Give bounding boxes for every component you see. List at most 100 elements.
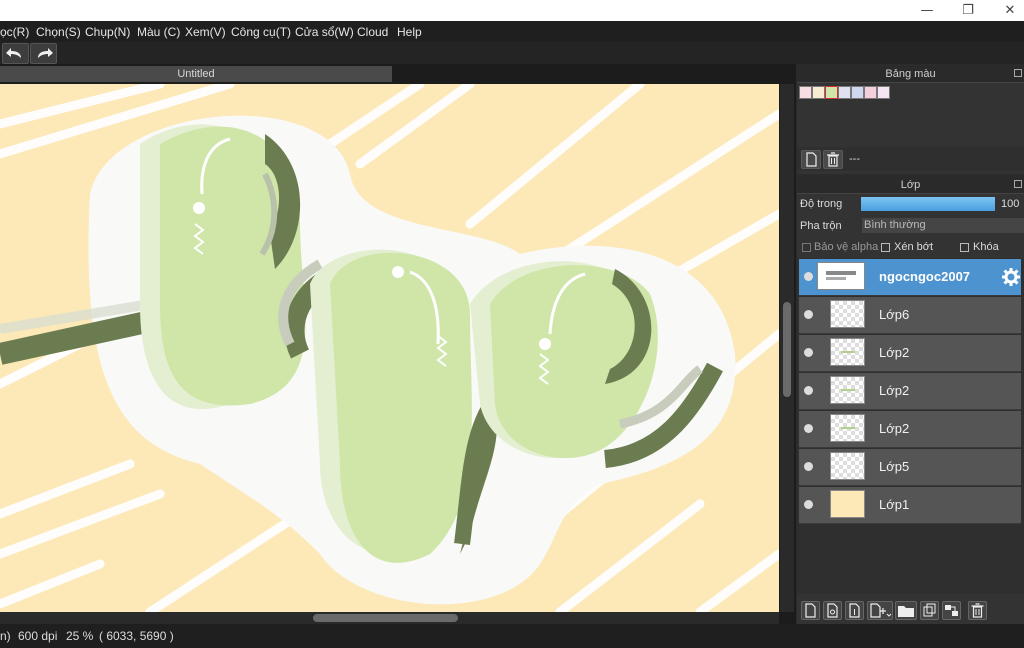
drawing-canvas[interactable] <box>0 84 779 612</box>
color-swatch[interactable] <box>812 86 825 99</box>
add-layer-icon <box>870 603 892 618</box>
new-layer-icon <box>805 603 816 618</box>
status-coords: ( 6033, 5690 ) <box>99 629 174 643</box>
layer-thumbnail <box>817 262 865 290</box>
layer-thumbnail <box>830 414 865 442</box>
menu-item-window[interactable]: Cửa sổ(W) <box>295 25 354 39</box>
layer-thumbnail <box>830 338 865 366</box>
menu-item-help[interactable]: Help <box>397 25 422 39</box>
duplicate-layer-button[interactable] <box>920 601 939 620</box>
new-file-icon <box>806 152 817 167</box>
visibility-eye-icon[interactable] <box>804 500 813 509</box>
layer-row[interactable]: Lớp2 <box>799 373 1021 410</box>
float-panel-icon[interactable] <box>1014 69 1022 77</box>
trash-icon <box>971 603 984 618</box>
status-bar: n) 600 dpi 25 % ( 6033, 5690 ) <box>0 624 1024 648</box>
copy-icon <box>923 603 936 617</box>
protect-alpha-checkbox[interactable] <box>802 243 811 252</box>
restore-icon[interactable]: ❐ <box>958 2 978 19</box>
menu-item-select[interactable]: Chọn(S) <box>36 25 81 39</box>
new-folder-button[interactable] <box>895 601 917 620</box>
layer-row[interactable]: Lớp1 <box>799 487 1021 524</box>
color-swatch[interactable] <box>851 86 864 99</box>
palette-title-text: Bảng màu <box>885 68 936 80</box>
lock-checkbox[interactable] <box>960 243 969 252</box>
lock-label: Khóa <box>973 241 999 253</box>
layer-title-text: Lớp <box>900 179 921 191</box>
visibility-eye-icon[interactable] <box>804 348 813 357</box>
status-dpi: 600 dpi <box>18 629 58 643</box>
redo-button[interactable] <box>30 43 57 64</box>
layer-name: Lớp1 <box>879 497 910 512</box>
layer-name: Lớp5 <box>879 459 910 474</box>
new-layer-button[interactable] <box>801 601 820 620</box>
layer-8bit-icon <box>827 603 838 618</box>
gear-icon[interactable] <box>1001 267 1021 287</box>
layer-1bit-icon <box>849 603 860 618</box>
visibility-eye-icon[interactable] <box>804 272 813 281</box>
menu-item-cloud[interactable]: Cloud <box>357 25 388 39</box>
workspace: Untitled <box>0 64 796 624</box>
new-raster-layer-button[interactable] <box>823 601 842 620</box>
layer-row[interactable]: Lớp2 <box>799 411 1021 448</box>
vertical-scroll-thumb[interactable] <box>783 302 791 397</box>
merge-layer-button[interactable] <box>942 601 961 620</box>
status-unit: n) <box>0 629 11 643</box>
visibility-eye-icon[interactable] <box>804 424 813 433</box>
layer-row-selected[interactable]: ngocngoc2007 <box>799 259 1021 296</box>
delete-palette-button[interactable] <box>823 150 843 169</box>
menu-item-tools[interactable]: Công cụ(T) <box>231 25 291 39</box>
layer-name: Lớp2 <box>879 421 910 436</box>
redo-icon <box>38 48 53 58</box>
vertical-scrollbar[interactable] <box>780 84 794 612</box>
layer-name: ngocngoc2007 <box>879 269 971 284</box>
menu-bar: ọc(R) Chọn(S) Chụp(N) Màu (C) Xem(V) Côn… <box>0 21 1024 42</box>
layer-thumbnail <box>830 452 865 480</box>
horizontal-scrollbar[interactable] <box>0 612 779 624</box>
layer-name: Lớp2 <box>879 383 910 398</box>
add-layer-dropdown[interactable] <box>867 601 893 620</box>
undo-button[interactable] <box>2 43 29 64</box>
layer-row[interactable]: Lớp5 <box>799 449 1021 486</box>
title-bar: — ❐ ✕ <box>0 0 1024 21</box>
minimize-icon[interactable]: — <box>917 2 937 19</box>
undo-icon <box>6 48 21 58</box>
toolbar <box>0 42 1024 64</box>
layer-row[interactable]: Lớp6 <box>799 297 1021 334</box>
status-zoom: 25 % <box>66 629 94 643</box>
visibility-eye-icon[interactable] <box>804 310 813 319</box>
menu-item-edit[interactable]: ọc(R) <box>0 25 29 39</box>
document-tab[interactable]: Untitled <box>0 66 392 82</box>
artwork <box>0 84 779 612</box>
opacity-value: 100 <box>1001 198 1020 210</box>
visibility-eye-icon[interactable] <box>804 462 813 471</box>
layer-thumbnail <box>830 490 865 518</box>
horizontal-scroll-thumb[interactable] <box>313 614 458 622</box>
menu-item-capture[interactable]: Chụp(N) <box>85 25 130 39</box>
color-swatch[interactable] <box>864 86 877 99</box>
opacity-label: Độ trong <box>800 198 843 210</box>
delete-layer-button[interactable] <box>968 601 987 620</box>
menu-item-view[interactable]: Xem(V) <box>185 25 226 39</box>
color-swatch[interactable] <box>799 86 812 99</box>
clip-checkbox[interactable] <box>881 243 890 252</box>
blend-mode-select[interactable]: Bình thường <box>862 218 1024 233</box>
float-panel-icon[interactable] <box>1014 180 1022 188</box>
protect-alpha-label: Bảo vệ alpha <box>814 241 879 253</box>
layer-row[interactable]: Lớp2 <box>799 335 1021 372</box>
merge-icon <box>945 605 958 616</box>
color-swatch[interactable] <box>877 86 890 99</box>
visibility-eye-icon[interactable] <box>804 386 813 395</box>
new-mono-layer-button[interactable] <box>845 601 864 620</box>
layer-name: Lớp6 <box>879 307 910 322</box>
clip-label: Xén bớt <box>894 241 934 253</box>
new-palette-button[interactable] <box>801 150 821 169</box>
close-icon[interactable]: ✕ <box>1000 2 1020 19</box>
menu-item-color[interactable]: Màu (C) <box>137 25 180 39</box>
folder-icon <box>898 606 914 617</box>
color-swatch[interactable] <box>838 86 851 99</box>
palette-name: --- <box>849 153 860 165</box>
color-swatch-selected[interactable] <box>825 86 838 99</box>
layer-name: Lớp2 <box>879 345 910 360</box>
opacity-slider[interactable] <box>861 197 995 211</box>
